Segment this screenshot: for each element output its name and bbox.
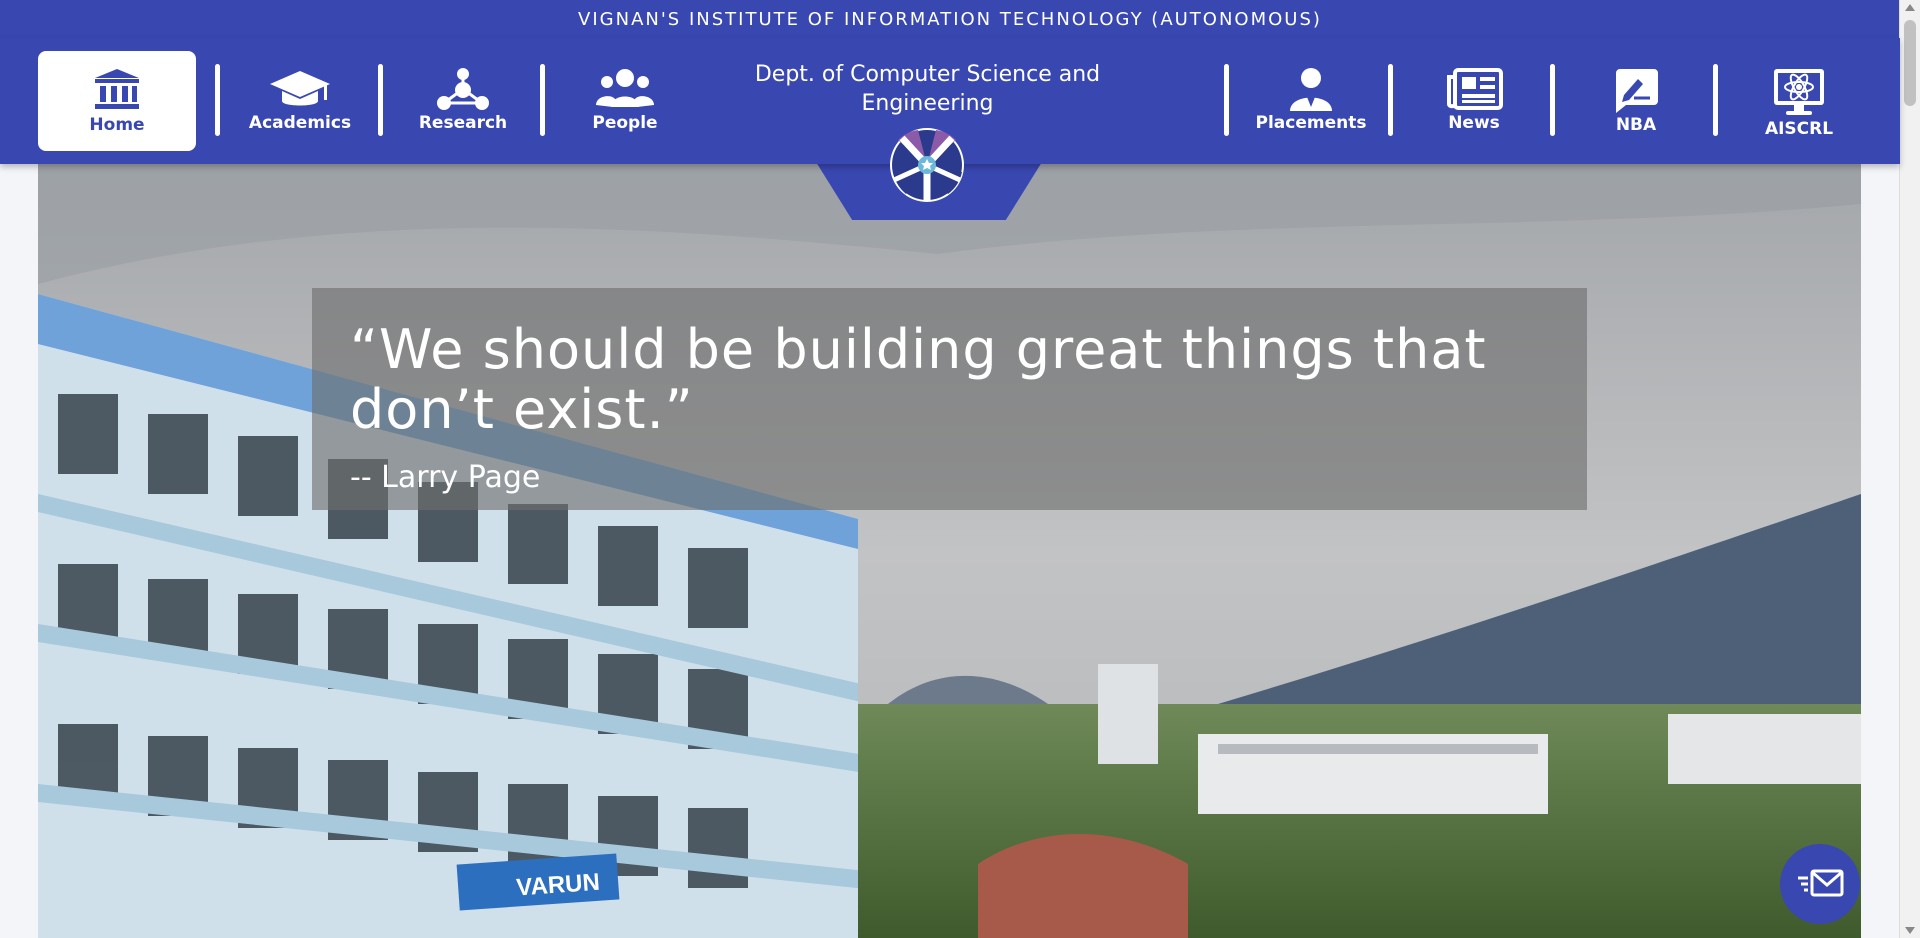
campus-photo: VARUN — [38, 164, 1861, 938]
quote-overlay: “We should be building great things that… — [312, 288, 1587, 510]
graduation-cap-icon — [270, 71, 330, 106]
nav-aiscrl-label: AISCRL — [1764, 119, 1834, 139]
nav-nba[interactable]: NBA — [1557, 51, 1715, 151]
contact-mail-button[interactable] — [1780, 844, 1860, 924]
department-logo[interactable] — [888, 126, 966, 204]
institution-icon — [95, 69, 139, 109]
hero-banner: VARUN “We should be building great thing… — [38, 164, 1861, 938]
department-title: Dept. of Computer Science and Engineerin… — [754, 62, 1101, 116]
nav-divider — [1550, 64, 1555, 136]
scrollbar-thumb[interactable] — [1904, 20, 1916, 106]
nav-divider — [1224, 64, 1229, 136]
nav-home-label: Home — [89, 115, 145, 135]
nav-news[interactable]: News — [1395, 51, 1553, 151]
users-icon — [596, 69, 654, 107]
fast-mail-icon — [1798, 869, 1844, 897]
nav-nba-label: NBA — [1615, 115, 1657, 135]
page-scrollbar[interactable] — [1899, 0, 1920, 938]
newspaper-icon — [1447, 68, 1503, 110]
nav-divider — [1713, 64, 1718, 136]
user-tie-icon — [1290, 68, 1332, 111]
institute-banner: VIGNAN'S INSTITUTE OF INFORMATION TECHNO… — [0, 0, 1900, 38]
nav-research-label: Research — [418, 113, 508, 133]
nav-research[interactable]: Research — [384, 51, 542, 151]
nav-divider — [540, 64, 545, 136]
atom-monitor-icon — [1774, 69, 1824, 115]
nav-academics[interactable]: Academics — [221, 51, 379, 151]
network-icon — [437, 68, 489, 110]
nav-people-label: People — [592, 113, 658, 133]
scroll-down-arrow-icon[interactable] — [1905, 927, 1915, 934]
nav-placements-label: Placements — [1255, 113, 1367, 133]
quote-text: “We should be building great things that… — [350, 318, 1487, 441]
nav-people[interactable]: People — [546, 51, 704, 151]
nav-placements[interactable]: Placements — [1232, 51, 1390, 151]
nav-divider — [1388, 64, 1393, 136]
nav-news-label: News — [1448, 113, 1500, 133]
institute-name: VIGNAN'S INSTITUTE OF INFORMATION TECHNO… — [578, 9, 1322, 30]
scroll-up-arrow-icon[interactable] — [1905, 4, 1915, 11]
nav-academics-label: Academics — [248, 113, 352, 133]
nav-divider — [215, 64, 220, 136]
nav-home[interactable]: Home — [38, 51, 196, 151]
signature-icon — [1616, 69, 1658, 113]
quote-author: -- Larry Page — [350, 460, 541, 495]
nav-divider — [378, 64, 383, 136]
nav-aiscrl[interactable]: AISCRL — [1720, 51, 1878, 151]
